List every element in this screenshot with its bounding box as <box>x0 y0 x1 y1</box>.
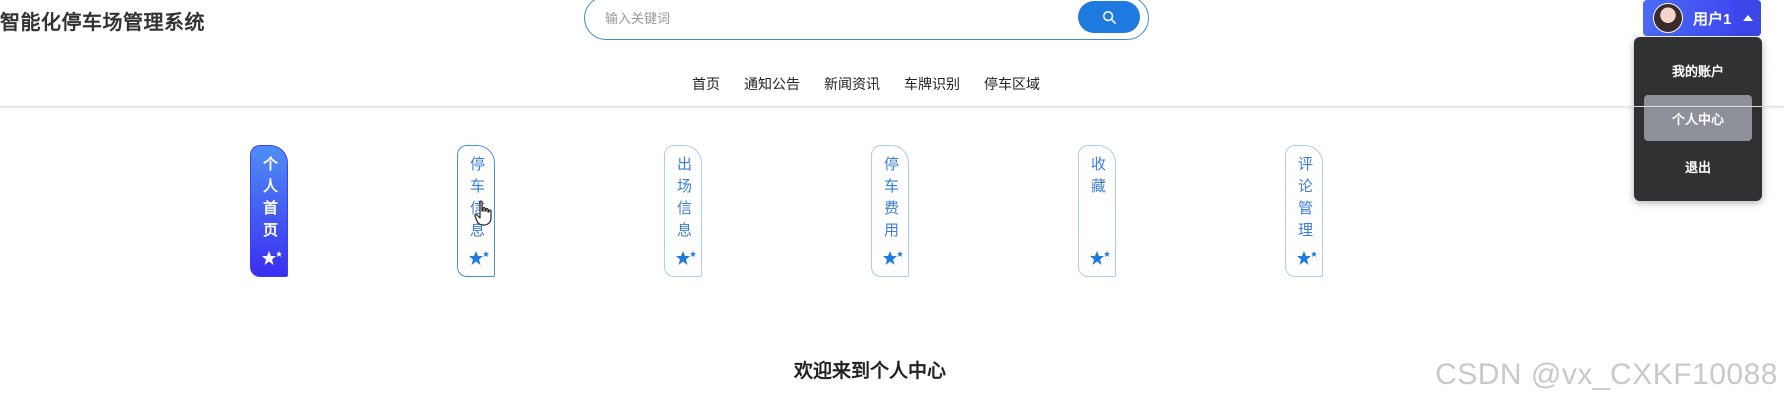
user-name: 用户1 <box>1693 10 1732 28</box>
star-icon <box>1090 251 1110 265</box>
main-nav: 首页 通知公告 新闻资讯 车牌识别 停车区域 <box>0 70 1784 107</box>
nav-item-home[interactable]: 首页 <box>692 74 720 94</box>
site-title: 智能化停车场管理系统 <box>0 12 205 34</box>
star-icon <box>262 251 282 265</box>
hand-cursor-icon <box>474 200 492 226</box>
user-menu-button[interactable]: 用户1 <box>1643 0 1761 36</box>
star-icon <box>469 251 489 265</box>
user-dropdown-menu: 我的账户 个人中心 退出 <box>1634 37 1762 201</box>
tab-label: 停车费用 <box>882 156 899 244</box>
nav-item-news[interactable]: 新闻资讯 <box>824 74 880 94</box>
tab-label: 个人首页 <box>261 156 278 244</box>
star-icon <box>883 251 903 265</box>
avatar <box>1653 3 1683 33</box>
tab-parking-fee[interactable]: 停车费用 <box>871 145 909 277</box>
tab-personal-home[interactable]: 个人首页 <box>250 145 288 277</box>
star-icon <box>1297 251 1317 265</box>
tab-label: 收藏 <box>1089 156 1106 200</box>
nav-item-notices[interactable]: 通知公告 <box>744 74 800 94</box>
caret-up-icon[interactable] <box>1735 0 1761 36</box>
search-icon <box>1102 10 1116 24</box>
search-input[interactable] <box>603 5 1027 31</box>
search-button[interactable] <box>1078 1 1140 33</box>
tab-label: 评论管理 <box>1296 156 1313 244</box>
tab-comment-management[interactable]: 评论管理 <box>1285 145 1323 277</box>
menu-item-logout[interactable]: 退出 <box>1644 143 1752 189</box>
tab-label: 出场信息 <box>675 156 692 244</box>
nav-item-parking-area[interactable]: 停车区域 <box>984 74 1040 94</box>
star-icon <box>676 251 696 265</box>
tab-favorites[interactable]: 收藏 <box>1078 145 1116 277</box>
search-bar <box>584 0 1149 40</box>
watermark: CSDN @vx_CXKF10088 <box>1435 358 1778 391</box>
tab-exit-info[interactable]: 出场信息 <box>664 145 702 277</box>
nav-item-plate-recognition[interactable]: 车牌识别 <box>904 74 960 94</box>
